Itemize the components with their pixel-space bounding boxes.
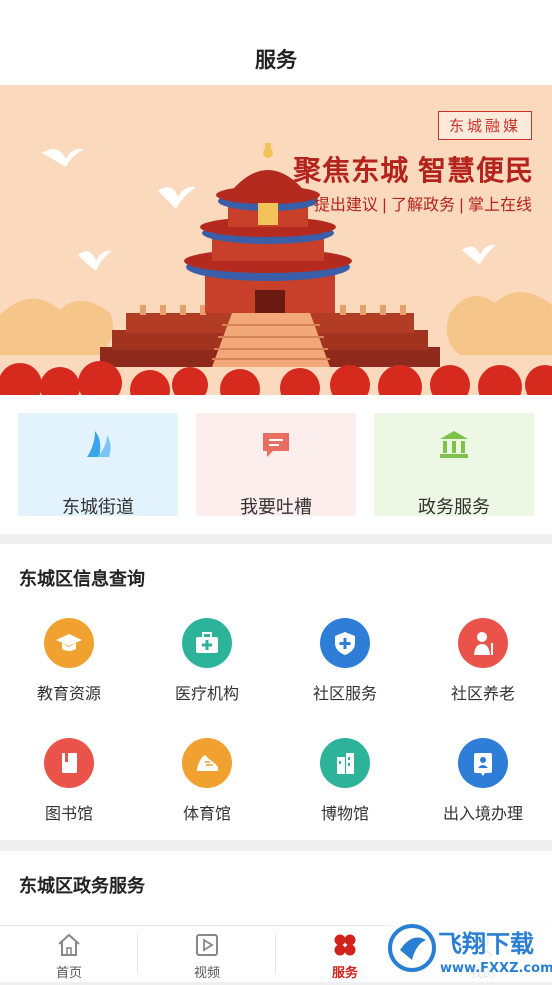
government-building-icon — [374, 427, 534, 461]
grid-item-label: 医疗机构 — [174, 686, 239, 703]
watermark-badge-icon: 飞翔下载 www.FXXZ.com — [388, 924, 552, 976]
tab-label: 首页 — [55, 965, 82, 980]
quick-action-label: 我要吐槽 — [240, 497, 312, 517]
banner-slogan: 聚焦东城 智慧便民 — [293, 155, 534, 186]
info-query-section: 东城区信息查询 教育资源 医疗机构 社区服务 社区养老 图书馆 体育馆 博物馆 … — [0, 544, 552, 840]
home-icon — [0, 932, 138, 958]
gov-service-section: 东城区政务服务 — [0, 851, 552, 925]
video-play-icon — [138, 932, 276, 958]
grid-item-medical[interactable]: 医疗机构 — [138, 618, 276, 728]
grid-item-museum[interactable]: 博物馆 — [276, 738, 414, 848]
quick-action-label: 东城街道 — [62, 497, 134, 517]
quick-action-gov[interactable]: 政务服务 — [374, 413, 534, 517]
section-title: 东城区信息查询 — [19, 569, 145, 589]
grid-item-education[interactable]: 教育资源 — [0, 618, 138, 728]
tab-label: 视频 — [193, 965, 220, 980]
grid-item-label: 社区服务 — [312, 686, 377, 703]
grid-item-label: 博物馆 — [320, 806, 369, 823]
grid-item-stadium[interactable]: 体育馆 — [138, 738, 276, 848]
grid-item-label: 体育馆 — [182, 806, 231, 823]
page-title: 服务 — [255, 49, 297, 72]
elderly-person-icon — [458, 618, 508, 668]
promo-banner[interactable]: 东城融媒 聚焦东城 智慧便民 提出建议 | 了解政务 | 掌上在线 — [0, 85, 552, 395]
grid-item-elderly[interactable]: 社区养老 — [414, 618, 552, 728]
grid-item-label: 社区养老 — [450, 686, 515, 703]
quick-action-street[interactable]: 东城街道 — [18, 413, 178, 517]
grid-item-label: 图书馆 — [44, 806, 93, 823]
watermark-title: 飞翔下载 — [438, 930, 534, 958]
quick-actions: 东城街道 我要吐槽 政务服务 — [0, 395, 552, 534]
building-icon — [320, 738, 370, 788]
swoosh-icon — [18, 427, 178, 461]
watermark-url: www.FXXZ.com — [440, 961, 552, 976]
brand-tag: 东城融媒 — [437, 111, 532, 140]
quick-action-label: 政务服务 — [418, 497, 490, 517]
grid-item-label: 教育资源 — [36, 686, 101, 703]
banner-subslogan: 提出建议 | 了解政务 | 掌上在线 — [313, 197, 532, 214]
shield-plus-icon — [320, 618, 370, 668]
quick-action-complaint[interactable]: 我要吐槽 — [196, 413, 356, 517]
book-icon — [44, 738, 94, 788]
watermark-logo: 飞翔下载 www.FXXZ.com — [386, 920, 552, 980]
top-header: 服务 — [0, 0, 552, 85]
tab-video[interactable]: 视频 — [138, 926, 276, 982]
graduation-cap-icon — [44, 618, 94, 668]
tab-home[interactable]: 首页 — [0, 926, 138, 982]
section-title: 东城区政务服务 — [19, 876, 145, 896]
grid-item-immigration[interactable]: 出入境办理 — [414, 738, 552, 848]
sneaker-icon — [182, 738, 232, 788]
id-card-icon — [458, 738, 508, 788]
grid-item-community[interactable]: 社区服务 — [276, 618, 414, 728]
medical-kit-icon — [182, 618, 232, 668]
grid-item-library[interactable]: 图书馆 — [0, 738, 138, 848]
chat-bubble-icon — [196, 427, 356, 461]
grid-item-label: 出入境办理 — [442, 806, 523, 823]
